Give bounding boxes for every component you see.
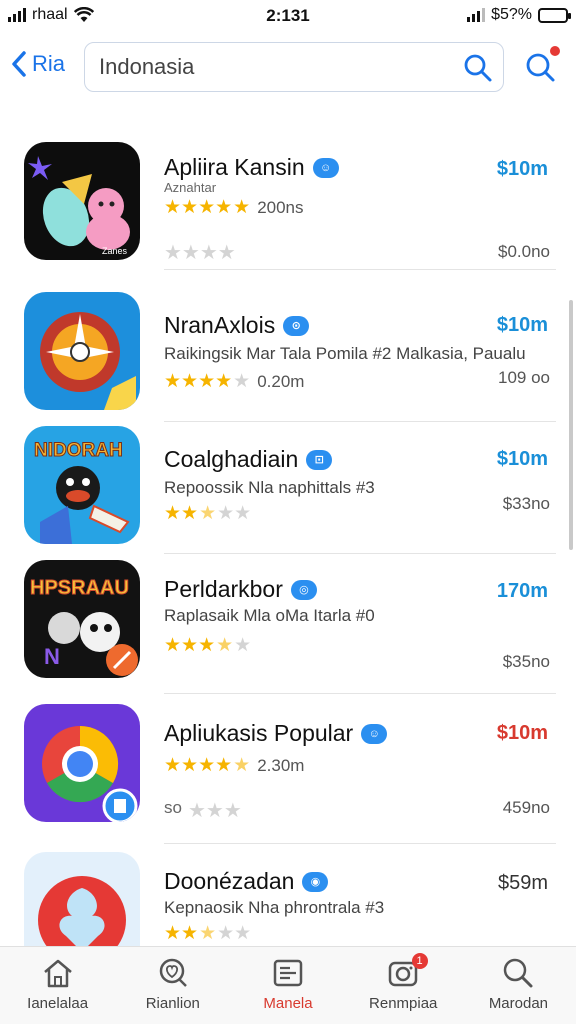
rating-stars: ★★★★★: [164, 635, 252, 656]
rating-count: 2.30m: [257, 755, 305, 775]
verified-badge-icon: ◎: [290, 579, 317, 600]
tab-label: Manela: [263, 995, 313, 1012]
app-icon: [24, 292, 140, 410]
search-alert-button[interactable]: [524, 46, 560, 84]
svg-text:HPSRAAU: HPSRAAU: [30, 577, 129, 599]
tab-favorites[interactable]: Rianlion: [115, 947, 230, 1024]
cell-signal-icon: [467, 8, 486, 22]
secondary-price: $35no: [502, 652, 550, 671]
app-name: NranAxlois ⊙: [164, 312, 310, 339]
app-subtitle: Raplasaik Mla oMa Itarla #0: [164, 606, 375, 625]
app-name: Perldarkbor ◎: [164, 576, 317, 603]
price-button[interactable]: $59m: [498, 872, 548, 895]
price-button[interactable]: $10m: [497, 722, 548, 745]
empty-stars: so ★★★: [164, 798, 242, 822]
tab-label: Rianlion: [145, 995, 200, 1012]
price-button[interactable]: $10m: [497, 448, 548, 471]
back-label: Ria: [32, 51, 66, 76]
chevron-left-icon: [12, 51, 26, 77]
status-right: $5?%: [467, 6, 571, 24]
app-name: Doonézadan ◉: [164, 868, 329, 895]
search-input[interactable]: [99, 51, 449, 83]
notification-badge: 1: [411, 953, 428, 969]
scrollbar[interactable]: [569, 300, 573, 550]
rating-count: 0.20m: [257, 371, 305, 391]
battery-percent: $5?%: [491, 6, 532, 23]
app-name: Coalghadiain ⊡: [164, 446, 333, 473]
rating-stars: ★★★★★: [164, 503, 252, 524]
battery-icon: [538, 7, 571, 23]
home-icon: [43, 959, 72, 988]
rating-stars: ★★★★ ★ 0.20m: [164, 371, 305, 392]
tab-bar: Ianelalaa Rianlion Manela 1 Renmpiaa Mar…: [0, 946, 576, 1024]
app-icon: HPSRAAU N: [24, 560, 140, 678]
svg-text:N: N: [44, 644, 60, 669]
verified-badge-icon: ⊡: [306, 449, 333, 470]
list-item[interactable]: HPSRAAU N Perldarkbor ◎ Raplasaik Mla oMa…: [0, 554, 576, 694]
tab-label: Ianelalaa: [27, 995, 89, 1012]
app-subtitle: Repoossik Nla naphittals #3: [164, 478, 375, 497]
notification-dot: [550, 46, 560, 56]
svg-text:NIDORAH: NIDORAH: [34, 440, 123, 461]
search-header: Ria: [0, 38, 576, 98]
list-item[interactable]: Doonézadan ◉ Kepnaosik Nha phrontrala #3 …: [0, 844, 576, 956]
app-icon: Zanes: [24, 142, 140, 260]
app-subtitle: Aznahtar: [164, 180, 217, 195]
app-icon: [24, 704, 140, 822]
price-button[interactable]: $10m: [497, 314, 548, 337]
heart-icon: [159, 958, 187, 987]
app-subtitle: Raikingsik Mar Tala Pomila #2 Malkasia, …: [164, 344, 526, 363]
secondary-price: $33no: [502, 494, 550, 513]
tab-camera[interactable]: 1 Renmpiaa: [346, 947, 461, 1024]
list-item[interactable]: NIDORAH Coalghadiain ⊡ Repoossik Nla naph…: [0, 422, 576, 554]
app-name: Apliira Kansin ☺: [164, 154, 339, 181]
rating-stars: ★★★★ ★ 200ns: [164, 197, 304, 218]
list-icon: [273, 959, 303, 987]
app-subtitle: Kepnaosik Nha phrontrala #3: [164, 898, 385, 917]
rating-stars: ★★★★★: [164, 923, 252, 944]
app-icon: NIDORAH: [24, 426, 140, 544]
app-name: Apliukasis Popular ☺: [164, 720, 388, 747]
search-icon[interactable]: [463, 53, 493, 83]
search-icon: [504, 958, 533, 988]
secondary-price: $0.0no: [498, 242, 550, 261]
tab-label: Renmpiaa: [369, 995, 438, 1012]
price-button[interactable]: $10m: [497, 158, 548, 181]
status-bar: rhaal 2:131 $5?%: [0, 0, 576, 34]
search-box: [84, 42, 504, 92]
tab-home[interactable]: Ianelalaa: [0, 947, 115, 1024]
verified-badge-icon: ☺: [312, 157, 339, 178]
svg-text:Zanes: Zanes: [102, 246, 128, 256]
rating-stars: ★★★★ ★ 2.30m: [164, 755, 305, 776]
verified-badge-icon: ⊙: [283, 315, 310, 336]
verified-badge-icon: ☺: [361, 723, 388, 744]
secondary-price: 459no: [502, 798, 550, 817]
verified-badge-icon: ◉: [302, 871, 329, 892]
empty-stars: ★★★★: [164, 242, 236, 264]
tab-search[interactable]: Marodan: [461, 947, 576, 1024]
back-button[interactable]: Ria: [10, 50, 65, 78]
list-item[interactable]: NranAxlois ⊙ Raikingsik Mar Tala Pomila #…: [0, 288, 576, 422]
list-item[interactable]: Zanes Apliira Kansin ☺ Aznahtar ★★★★ ★ 200n…: [0, 130, 576, 270]
tab-list[interactable]: Manela: [230, 947, 345, 1024]
app-icon: [24, 852, 140, 956]
tab-label: Marodan: [488, 995, 549, 1012]
divider: [164, 269, 556, 270]
list-item[interactable]: Apliukasis Popular ☺ ★★★★ ★ 2.30m so ★★★ $10…: [0, 694, 576, 844]
price-button[interactable]: 170m: [497, 580, 548, 603]
rating-count: 200ns: [257, 197, 304, 217]
secondary-price: 109 oo: [498, 368, 550, 387]
